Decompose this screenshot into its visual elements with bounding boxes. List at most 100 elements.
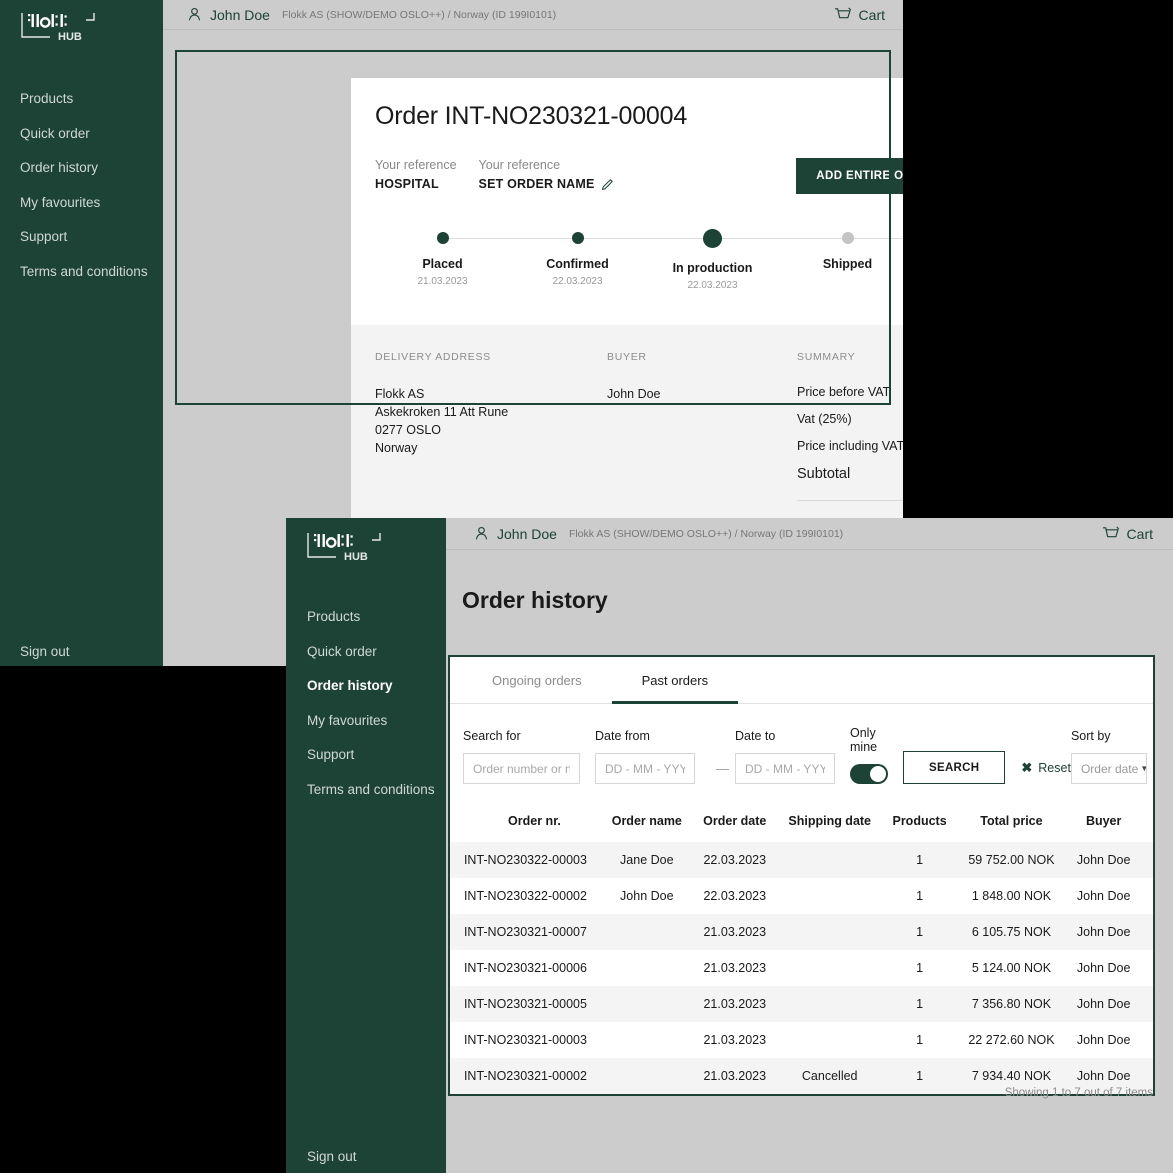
delivery-address-line: Norway [375, 441, 418, 456]
sidebar-item-order-history[interactable]: Order history [20, 161, 163, 175]
cell-buyer: John Doe [1076, 925, 1131, 939]
sign-out-link-window1[interactable]: Sign out [20, 644, 70, 659]
progress-step-in-production: In production 22.03.2023 [645, 228, 848, 291]
flokk-hub-logo-window2[interactable]: HUB [306, 530, 384, 573]
cell-total-price: 59 752.00 NOK [968, 853, 1055, 867]
progress-dot [436, 232, 449, 244]
cell-order-nr[interactable]: INT-NO230321-00006 [450, 950, 601, 986]
date-to-input[interactable] [735, 753, 835, 784]
search-input[interactable] [463, 753, 580, 784]
user-block-window2[interactable]: John Doe [474, 526, 557, 542]
cell-order-nr[interactable]: INT-NO230322-00002 [450, 878, 601, 914]
col-total-price: Total price [980, 814, 1043, 828]
cell-order-nr[interactable]: INT-NO230322-00003 [450, 842, 601, 878]
cell-buyer: John Doe [1076, 997, 1131, 1011]
progress-dot [571, 232, 584, 244]
cart-label-window2: Cart [1126, 525, 1153, 542]
col-products: Products [892, 814, 947, 828]
logo-icon: HUB [21, 13, 95, 43]
sidebar-item-support[interactable]: Support [307, 748, 446, 762]
progress-step-date: 22.03.2023 [552, 276, 603, 287]
summary-label: Price including VAT [797, 439, 903, 453]
orders-table: Order nr. Order name Order date Shipping… [450, 802, 1153, 1094]
user-block-window1[interactable]: John Doe [187, 7, 270, 23]
tab-past-orders[interactable]: Past orders [611, 657, 739, 704]
summary-row-vat: Vat (25%) 427.20 NOK [797, 412, 903, 426]
sidebar-item-order-history[interactable]: Order history [307, 679, 446, 693]
cell-order-nr[interactable]: INT-NO230321-00005 [450, 986, 601, 1022]
progress-step-label: Shipped [822, 257, 873, 271]
reset-button[interactable]: ✖ Reset [1021, 751, 1071, 784]
date-from-group: Date from [595, 729, 695, 784]
sidebar-item-terms[interactable]: Terms and conditions [307, 782, 446, 797]
cell-total-price: 5 124.00 NOK [971, 961, 1052, 975]
table-row[interactable]: INT-NO230322-00003 Jane Doe 22.03.2023 1… [450, 842, 1153, 878]
summary-label: Vat (25%) [797, 412, 852, 426]
flokk-hub-logo[interactable]: HUB [20, 10, 98, 53]
sidebar-item-my-favourites[interactable]: My favourites [307, 713, 446, 728]
cell-products: 1 [916, 997, 924, 1011]
tab-ongoing-orders[interactable]: Ongoing orders [462, 657, 612, 704]
cell-order-nr[interactable]: INT-NO230321-00003 [450, 1022, 601, 1058]
cell-products: 1 [916, 1069, 924, 1083]
cell-order-date: 21.03.2023 [703, 961, 767, 975]
search-button[interactable]: SEARCH [903, 751, 1006, 784]
sort-by-label: Sort by [1070, 729, 1111, 743]
sidebar-item-support[interactable]: Support [20, 230, 163, 244]
progress-step-date: 22.03.2023 [687, 279, 738, 291]
summary-row-subtotal: Subtotal 2 136.00 NOK [797, 466, 903, 482]
col-shipping-date: Shipping date [788, 814, 872, 828]
user-org-window2: Flokk AS (SHOW/DEMO OSLO++) / Norway (ID… [568, 527, 844, 540]
table-header-row: Order nr. Order name Order date Shipping… [450, 802, 1153, 842]
cell-order-date: 21.03.2023 [703, 997, 767, 1011]
set-order-name-text: SET ORDER NAME [478, 177, 595, 191]
pencil-icon[interactable] [601, 178, 614, 191]
summary-label: Price before VAT [797, 385, 891, 399]
sidebar-item-products[interactable]: Products [20, 92, 163, 106]
close-icon: ✖ [1021, 759, 1033, 775]
cell-order-name: Jane Doe [620, 853, 674, 867]
table-row[interactable]: INT-NO230322-00002 John Doe 22.03.2023 1… [450, 878, 1153, 914]
sort-by-select[interactable]: Order date ▼ [1070, 753, 1147, 784]
col-order-name: Order name [611, 814, 682, 828]
table-row[interactable]: INT-NO230321-00006 21.03.2023 1 5 124.00… [450, 950, 1153, 986]
table-row[interactable]: INT-NO230321-00007 21.03.2023 1 6 105.75… [450, 914, 1153, 950]
sign-out-link-window2[interactable]: Sign out [307, 1149, 357, 1164]
person-icon [475, 526, 488, 540]
sidebar-window1: HUB Products Quick order Order history M… [0, 0, 163, 666]
set-order-name-field[interactable]: SET ORDER NAME [479, 177, 614, 191]
date-from-input[interactable] [595, 753, 695, 784]
summary-label: Subtotal [797, 466, 851, 482]
date-to-group: Date to [735, 729, 835, 784]
sidebar-item-quick-order[interactable]: Quick order [307, 644, 446, 659]
cell-products: 1 [916, 889, 924, 903]
delivery-address-block: DELIVERY ADDRESS Flokk AS Askekroken 11 … [375, 351, 607, 544]
sidebar-item-terms[interactable]: Terms and conditions [20, 264, 163, 279]
progress-connector [847, 237, 903, 239]
cart-button-window1[interactable]: Cart [834, 7, 885, 23]
cell-order-name [601, 986, 693, 1022]
progress-connector [577, 237, 713, 239]
buyer-name: John Doe [607, 387, 661, 401]
cell-order-name [601, 914, 693, 950]
cell-order-nr[interactable]: INT-NO230321-00002 [450, 1058, 601, 1094]
cart-label-window1: Cart [858, 6, 885, 23]
nav-window2: Products Quick order Order history My fa… [286, 610, 446, 817]
user-name-window2: John Doe [497, 525, 557, 542]
toggle-knob [870, 766, 886, 782]
sidebar-item-products[interactable]: Products [307, 610, 446, 624]
order-history-filters: Search for Date from — Date to Only mine [450, 704, 1153, 802]
sidebar-item-my-favourites[interactable]: My favourites [20, 195, 163, 210]
add-entire-order-to-cart-button[interactable]: ADD ENTIRE ORDER TO CART [796, 158, 903, 194]
reference-value-1: HOSPITAL [375, 177, 439, 191]
cell-order-nr[interactable]: INT-NO230321-00007 [450, 914, 601, 950]
sort-by-value: Order date [1080, 761, 1139, 776]
table-row[interactable]: INT-NO230321-00005 21.03.2023 1 7 356.80… [450, 986, 1153, 1022]
table-row[interactable]: INT-NO230321-00003 21.03.2023 1 22 272.6… [450, 1022, 1153, 1058]
cell-order-name [601, 1022, 693, 1058]
sidebar-item-quick-order[interactable]: Quick order [20, 126, 163, 141]
reference-label-2: Your reference [478, 158, 561, 172]
only-mine-toggle[interactable] [850, 764, 888, 784]
cart-button-window2[interactable]: Cart [1102, 526, 1153, 542]
search-for-group: Search for [463, 729, 580, 784]
